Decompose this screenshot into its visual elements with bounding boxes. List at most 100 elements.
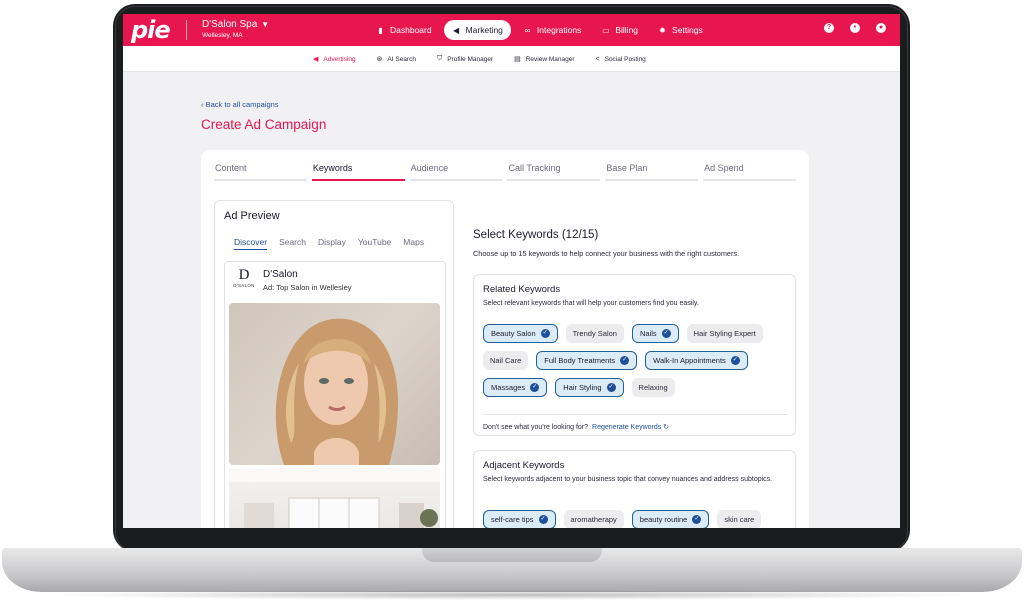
- credit-card-icon: ▭: [602, 25, 610, 35]
- bar-chart-icon: ▮: [378, 25, 383, 35]
- check-icon: ✓: [606, 383, 616, 392]
- nav-label: Marketing: [465, 25, 503, 35]
- megaphone-icon: ◀: [453, 25, 460, 35]
- business-switcher[interactable]: D'Salon Spa ▼: [202, 19, 269, 30]
- laptop-notch: [422, 548, 602, 562]
- preview-tab-display[interactable]: Display: [318, 237, 346, 250]
- keyword-chip[interactable]: skin care: [717, 510, 762, 528]
- keyword-chip[interactable]: Hair Styling Expert: [686, 324, 763, 343]
- regenerate-keywords-link[interactable]: Regenerate Keywords ↻: [592, 424, 669, 431]
- subnav-social-posting[interactable]: < Social Posting: [596, 56, 646, 63]
- nav-integrations[interactable]: ∞ Integrations: [515, 20, 589, 40]
- link-icon: ∞: [524, 25, 531, 35]
- subnav-review-manager[interactable]: ▤ Review Manager: [514, 55, 575, 64]
- subnav-label: Advertising: [323, 55, 356, 63]
- chip-row: Beauty Salon ✓ Trendy Salon Nails ✓ Hair S…: [483, 324, 763, 343]
- tab-call-tracking[interactable]: Call Tracking: [507, 163, 601, 181]
- chip-label: Hair Styling Expert: [693, 329, 756, 338]
- tab-keywords[interactable]: Keywords: [311, 163, 405, 181]
- tab-base-plan[interactable]: Base Plan: [605, 163, 699, 181]
- preview-tab-discover[interactable]: Discover: [234, 237, 268, 250]
- logo-letter: D: [238, 267, 250, 283]
- keyword-chip[interactable]: Nail Care: [483, 351, 529, 370]
- nav-label: Dashboard: [390, 25, 432, 35]
- chevron-down-icon: ▼: [261, 20, 270, 29]
- chip-label: Nail Care: [490, 356, 522, 365]
- subnav-label: AI Search: [387, 55, 416, 63]
- keyword-chip[interactable]: Nails ✓: [631, 324, 679, 343]
- tab-ad-spend[interactable]: Ad Spend: [703, 163, 796, 181]
- megaphone-icon: ◀: [313, 56, 319, 63]
- bell-icon[interactable]: •: [850, 23, 860, 33]
- check-icon: ✓: [730, 356, 740, 365]
- campaign-card: Content Keywords Audience Call Tracking …: [201, 150, 809, 528]
- pie-logo[interactable]: pie: [131, 16, 171, 44]
- help-icon[interactable]: ?: [824, 23, 834, 33]
- subnav-profile-manager[interactable]: ⛉ Profile Manager: [437, 55, 493, 63]
- preview-tab-search[interactable]: Search: [279, 237, 306, 250]
- nav-billing[interactable]: ▭ Billing: [593, 20, 646, 40]
- step-tabs: Content Keywords Audience Call Tracking …: [214, 163, 796, 181]
- business-name: D'Salon Spa: [202, 19, 258, 30]
- shield-icon: ⛉: [436, 55, 443, 62]
- main-nav: ▮ Dashboard ◀ Marketing ∞ Integrations ▭ Bil…: [368, 20, 711, 40]
- ad-photo-portrait: [229, 303, 440, 465]
- share-icon: <: [595, 55, 600, 63]
- ad-subtitle: Ad: Top Salon in Wellesley: [263, 283, 352, 292]
- chip-label: Trendy Salon: [572, 329, 617, 338]
- chip-label: beauty routine: [639, 515, 688, 524]
- top-bar: pie D'Salon Spa ▼ Wellesley, MA ▮ Dashboar…: [123, 14, 900, 46]
- tab-content[interactable]: Content: [214, 163, 307, 181]
- adjacent-keywords-title: Adjacent Keywords: [483, 460, 565, 471]
- keyword-chip[interactable]: self-care tips ✓: [483, 510, 556, 528]
- divider: [186, 20, 187, 40]
- keyword-chip[interactable]: beauty routine ✓: [631, 510, 710, 528]
- keyword-chip[interactable]: aromatherapy: [563, 510, 624, 528]
- tab-audience[interactable]: Audience: [409, 163, 503, 181]
- chip-label: aromatherapy: [570, 515, 617, 524]
- gear-icon: ✹: [659, 25, 666, 35]
- keyword-chip[interactable]: Walk-In Appointments ✓: [645, 351, 748, 370]
- preview-tab-maps[interactable]: Maps: [403, 237, 424, 250]
- chip-label: Beauty Salon: [491, 329, 536, 338]
- subnav-label: Review Manager: [525, 55, 575, 63]
- chip-row: Nail Care Full Body Treatments ✓ Walk-In …: [483, 351, 748, 370]
- user-icon[interactable]: ●: [876, 23, 886, 33]
- nav-dashboard[interactable]: ▮ Dashboard: [368, 20, 440, 40]
- ai-search-icon: ⊛: [376, 56, 383, 63]
- top-icons: ? • ●: [824, 23, 886, 33]
- keywords-title: Select Keywords (12/15): [473, 229, 599, 241]
- nav-label: Integrations: [536, 25, 582, 35]
- chip-row: self-care tips ✓ aromatherapy beauty rout…: [483, 510, 762, 528]
- subnav-ai-search[interactable]: ⊛ AI Search: [376, 55, 416, 64]
- back-link[interactable]: ‹ Back to all campaigns: [201, 100, 279, 109]
- laptop-shadow: [40, 590, 984, 600]
- portrait-illustration: [275, 318, 399, 465]
- check-icon: ✓: [538, 515, 548, 524]
- ad-business-name: D'Salon: [263, 269, 298, 280]
- nav-marketing[interactable]: ◀ Marketing: [443, 20, 511, 40]
- check-icon: ✓: [530, 383, 540, 392]
- chat-icon: ▤: [514, 56, 521, 63]
- sub-nav: ◀ Advertising ⊛ AI Search ⛉ Profile Manager…: [123, 46, 900, 72]
- keyword-chip[interactable]: Massages ✓: [483, 378, 548, 397]
- preview-tab-youtube[interactable]: YouTube: [358, 237, 391, 250]
- preview-tabs: Discover Search Display YouTube Maps: [234, 237, 424, 250]
- subnav-advertising[interactable]: ◀ Advertising: [313, 55, 356, 64]
- check-icon: ✓: [661, 329, 671, 338]
- keyword-chip[interactable]: Full Body Treatments ✓: [536, 351, 638, 370]
- keyword-chip[interactable]: Beauty Salon ✓: [483, 324, 558, 343]
- keywords-subtitle: Choose up to 15 keywords to help connect…: [473, 249, 740, 258]
- keyword-chip[interactable]: Hair Styling ✓: [555, 378, 624, 397]
- keyword-chip[interactable]: Relaxing: [631, 378, 675, 397]
- nav-settings[interactable]: ✹ Settings: [650, 20, 711, 40]
- subnav-label: Profile Manager: [447, 55, 494, 63]
- chip-label: Full Body Treatments: [544, 356, 616, 365]
- related-keywords-subtitle: Select relevant keywords that will help …: [483, 300, 699, 307]
- footer-text: Don't see what you're looking for?: [483, 424, 589, 431]
- nav-label: Billing: [615, 25, 639, 35]
- keyword-chip[interactable]: Trendy Salon: [565, 324, 624, 343]
- brand-logo: D D'SALON: [230, 268, 258, 294]
- business-location: Wellesley, MA: [202, 32, 243, 39]
- adjacent-keywords-box: Adjacent Keywords Select keywords adjace…: [473, 450, 796, 528]
